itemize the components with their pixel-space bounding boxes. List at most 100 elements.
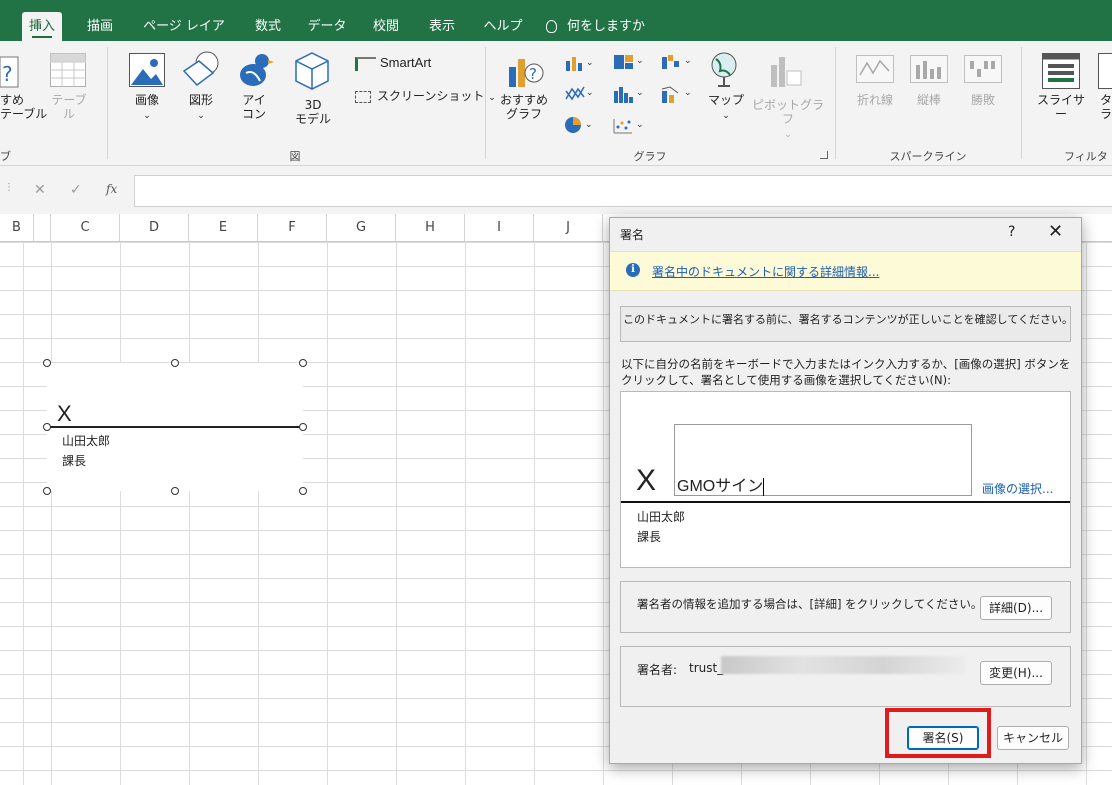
chevron-down-icon: ⌄ <box>722 111 730 121</box>
pivotchart-button[interactable]: ピボットグラフ ⌄ <box>752 98 824 142</box>
line-chart-icon[interactable]: ⌄ <box>564 85 594 106</box>
smartart-label: SmartArt <box>380 55 432 70</box>
tab-help[interactable]: ヘルプ <box>476 12 530 41</box>
waterfall-chart-icon[interactable]: ⌄ <box>660 53 694 74</box>
column-header[interactable]: E <box>189 214 258 241</box>
shapes-button[interactable]: 図形 ⌄ <box>182 93 220 123</box>
resize-handle[interactable] <box>171 359 179 367</box>
group-label-illustrations: 図 <box>289 150 301 163</box>
column-header[interactable]: D <box>120 214 189 241</box>
resize-handle[interactable] <box>43 359 51 367</box>
details-instruction: 署名者の情報を追加する場合は、[詳細] をクリックしてください。 <box>637 597 983 611</box>
signature-x-mark: X <box>57 401 72 426</box>
icons-button[interactable]: アイ コン <box>236 93 272 121</box>
details-button[interactable]: 詳細(D)... <box>980 596 1052 620</box>
group-label-sparklines: スパークライン <box>889 150 967 163</box>
more-info-link[interactable]: 署名中のドキュメントに関する詳細情報... <box>652 263 879 280</box>
3d-models-button[interactable]: 3D モデル <box>286 98 340 126</box>
signature-input-text: GMOサイン <box>677 478 764 495</box>
signature-line-object[interactable]: X 山田太郎 課長 <box>47 363 303 491</box>
tab-view[interactable]: 表示 <box>418 12 466 41</box>
picture-button[interactable]: 画像 ⌄ <box>126 93 168 123</box>
sparkline-column-button[interactable]: 縦棒 <box>908 93 950 107</box>
statistic-chart-icon[interactable]: ⌄ <box>612 85 646 106</box>
formula-input[interactable] <box>134 175 1112 207</box>
slicer-icon <box>1042 53 1080 92</box>
column-header-divider <box>33 214 51 241</box>
svg-text:⌄: ⌄ <box>586 58 594 68</box>
picture-icon <box>129 53 165 90</box>
screenshot-button[interactable]: スクリーンショット ⌄ <box>355 87 496 104</box>
pie-chart-icon[interactable]: ⌄ <box>564 115 594 138</box>
ribbon-tab-bar: 挿入 描画 ページ レイアウト 数式 データ 校閲 表示 ヘルプ 何をしますか <box>0 0 1112 63</box>
sparkline-winloss-icon <box>964 55 1002 86</box>
signature-line <box>621 501 1070 503</box>
icons-icon <box>236 51 274 92</box>
combo-chart-icon[interactable]: ⌄ <box>660 85 694 106</box>
resize-handle[interactable] <box>43 487 51 495</box>
help-button[interactable]: ? <box>1008 224 1015 240</box>
svg-text:⌄: ⌄ <box>636 120 644 130</box>
change-button[interactable]: 変更(H)... <box>980 661 1052 685</box>
cancel-button[interactable]: キャンセル <box>997 726 1069 750</box>
chevron-down-icon: ⌄ <box>197 111 205 121</box>
map-icon <box>710 51 742 92</box>
tab-draw[interactable]: 描画 <box>76 12 124 41</box>
column-header[interactable]: J <box>534 214 603 241</box>
svg-text:⌄: ⌄ <box>586 88 594 98</box>
insert-function-icon[interactable]: fx <box>106 182 117 196</box>
column-header[interactable]: G <box>327 214 396 241</box>
tab-page-layout[interactable]: ページ レイアウト <box>138 12 230 63</box>
column-chart-icon[interactable]: ⌄ <box>564 55 594 74</box>
column-header[interactable]: I <box>465 214 534 241</box>
scatter-chart-icon[interactable]: ⌄ <box>612 117 646 138</box>
timeline-button[interactable]: タイ ライ <box>1100 93 1112 121</box>
tab-insert[interactable]: 挿入 <box>22 12 62 41</box>
smartart-button[interactable]: SmartArt <box>355 55 431 71</box>
select-image-link[interactable]: 画像の選択... <box>982 480 1053 497</box>
tab-review[interactable]: 校閲 <box>362 12 410 41</box>
svg-text:?: ? <box>529 65 537 83</box>
shapes-label: 図形 <box>188 93 213 107</box>
sparkline-winloss-button[interactable]: 勝敗 <box>962 93 1004 107</box>
resize-handle[interactable] <box>171 487 179 495</box>
recommended-charts-button[interactable]: おすすめ グラフ <box>500 93 548 121</box>
chevron-down-icon: ⌄ <box>488 93 496 103</box>
signer-value-blurred <box>721 656 965 674</box>
column-header[interactable]: F <box>258 214 327 241</box>
cancel-icon[interactable]: ✕ <box>34 182 46 198</box>
chevron-down-icon: ⌄ <box>784 130 792 140</box>
signer-name: 山田太郎 <box>62 434 111 448</box>
hierarchy-chart-icon[interactable]: ⌄ <box>612 53 646 74</box>
signature-area: X GMOサイン 画像の選択... 山田太郎 課長 <box>620 391 1071 568</box>
verify-content-text: このドキュメントに署名する前に、署名するコンテンツが正しいことを確認してください… <box>623 313 1074 326</box>
recommended-charts-icon: ? <box>507 53 545 94</box>
column-header[interactable]: B <box>0 214 34 241</box>
column-header[interactable]: H <box>396 214 465 241</box>
highlight-box <box>885 708 991 758</box>
close-button[interactable]: ✕ <box>1048 221 1063 242</box>
resize-handle[interactable] <box>43 423 51 431</box>
tell-me-label: 何をしますか <box>567 19 646 34</box>
resize-handle[interactable] <box>299 487 307 495</box>
charts-dialog-launcher-icon[interactable] <box>820 151 828 159</box>
resize-handle[interactable] <box>299 359 307 367</box>
more-dots-icon[interactable]: ⋮ <box>4 182 14 193</box>
map-button[interactable]: マップ ⌄ <box>706 93 746 123</box>
dialog-title: 署名 <box>620 228 645 242</box>
screenshot-label: スクリーンショット <box>377 89 485 103</box>
signer-details-panel: 署名者の情報を追加する場合は、[詳細] をクリックしてください。 詳細(D)..… <box>620 581 1071 633</box>
slicer-button[interactable]: スライサー <box>1034 93 1088 121</box>
sparkline-line-button[interactable]: 折れ線 <box>852 93 898 107</box>
tell-me-search[interactable]: 何をしますか <box>546 12 646 41</box>
enter-icon[interactable]: ✓ <box>70 182 82 198</box>
table-button[interactable]: テーブル <box>48 93 90 121</box>
tab-data[interactable]: データ <box>302 12 352 41</box>
recommended-pivot-button[interactable]: すめ テーブル <box>0 93 47 121</box>
signature-input[interactable]: GMOサイン <box>677 472 765 496</box>
signature-x-mark: X <box>636 464 657 497</box>
column-header[interactable]: C <box>51 214 120 241</box>
tab-formulas[interactable]: 数式 <box>244 12 292 41</box>
timeline-icon <box>1098 53 1112 92</box>
resize-handle[interactable] <box>299 423 307 431</box>
